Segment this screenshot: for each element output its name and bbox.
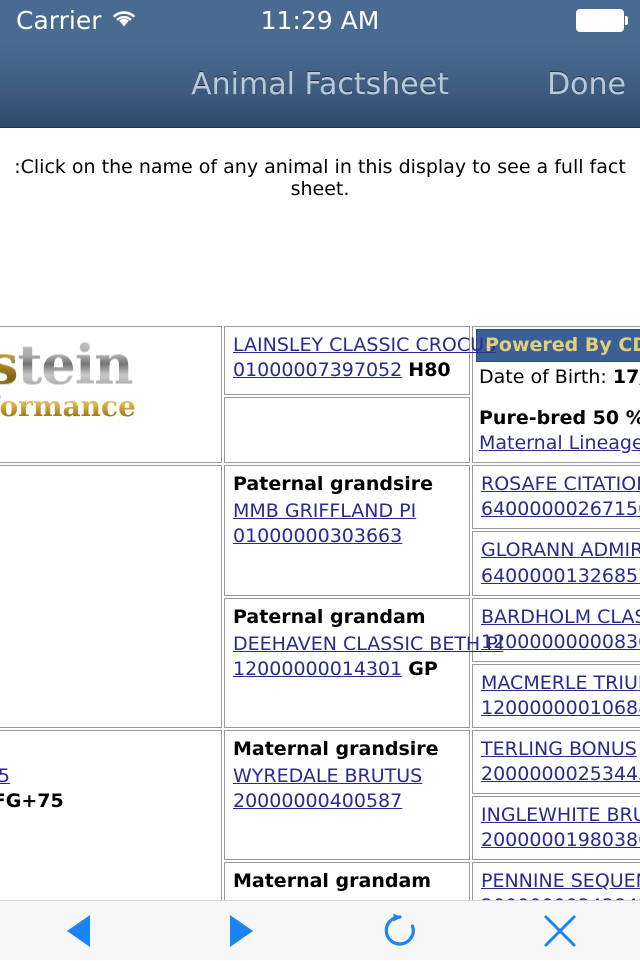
- subject-animal-id-link[interactable]: 01000007397052: [233, 359, 402, 381]
- back-button[interactable]: [0, 901, 160, 961]
- dob-value: 17/12/12: [613, 366, 640, 388]
- instruction-text: :Click on the name of any animal in this…: [0, 128, 640, 214]
- logo-tagline: for performance: [0, 393, 136, 421]
- paternal-grandam-cell[interactable]: Paternal grandam DEEHAVEN CLASSIC BETH P…: [224, 598, 470, 728]
- subject-spacer-cell: [224, 397, 470, 463]
- status-bar-clock: 11:29 AM: [0, 0, 640, 40]
- date-of-birth-row: Date of Birth: 17/12/12: [479, 365, 640, 390]
- great-grandparent-cell[interactable]: INGLEWHITE BRUSTER 20000001980386: [472, 796, 640, 860]
- ggp-id-link[interactable]: 20000000253445: [481, 763, 640, 785]
- ggp-name-link[interactable]: TERLING BONUS: [481, 737, 640, 762]
- ggp-id-link[interactable]: 64000000267150: [481, 498, 640, 520]
- sire-protein: Prot 1.52: [0, 625, 213, 650]
- sire-id-link[interactable]: 01000000431237: [0, 524, 213, 549]
- ggp-name-link[interactable]: BARDHOLM CLASSIC PI: [481, 605, 640, 630]
- ggp-id-link[interactable]: 12000000000830: [481, 631, 640, 653]
- forward-button[interactable]: [160, 901, 320, 961]
- logo-line1-suffix: tein: [17, 332, 132, 396]
- pedigree-table: Holstein for performance LAINSLEY CLASSI…: [0, 324, 640, 900]
- dam-grade: BFG+75: [0, 790, 64, 812]
- page-title: Animal Factsheet: [0, 40, 640, 128]
- maternal-grandam-cell[interactable]: Maternal grandam LAINSLEY CROCUS 7 20000…: [224, 862, 470, 900]
- cdi-header: Powered By CDI: [476, 329, 640, 362]
- subject-animal-name-link[interactable]: LAINSLEY CLASSIC CROCUS: [233, 333, 461, 358]
- great-grandparent-cell[interactable]: TERLING BONUS 20000000253445: [472, 730, 640, 794]
- sire-pli: PLI £93 Rlb% 87: [0, 550, 213, 575]
- maternal-grandsire-id-link[interactable]: 20000000400587: [233, 790, 402, 812]
- sire-milk: Milk 3.69 Rlb% 48: [0, 575, 213, 600]
- great-grandparent-cell[interactable]: PENNINE SEQUENCE 20000000343847: [472, 862, 640, 900]
- web-content[interactable]: :Click on the name of any animal in this…: [0, 128, 640, 900]
- table-row: Sire of animal TOP CLASSIC PI 0100000043…: [0, 465, 640, 529]
- ggp-id-link[interactable]: 64000001326857: [481, 565, 640, 587]
- sire-heading: Sire of animal: [0, 472, 213, 497]
- paternal-grandam-grade: GP: [408, 658, 438, 680]
- paternal-grandsire-name-link[interactable]: MMB GRIFFLAND PI: [233, 499, 461, 524]
- cdi-panel: Powered By CDI Date of Birth: 17/12/12 P…: [472, 326, 640, 463]
- paternal-grandam-id-link[interactable]: 12000000014301: [233, 658, 402, 680]
- dam-class: Class RM: [0, 814, 213, 839]
- holstein-logo: Holstein for performance: [0, 331, 136, 421]
- navigation-bar: Animal Factsheet Done: [0, 40, 640, 128]
- status-bar: Carrier 11:29 AM: [0, 0, 640, 40]
- close-x-icon: [539, 910, 581, 952]
- reload-icon: [379, 909, 421, 953]
- ggp-name-link[interactable]: MACMERLE TRIUNE BETH PI: [481, 671, 640, 696]
- dam-heading: Dam of animal: [0, 737, 213, 762]
- breed-purity: Pure-bred 50 %Hol: [479, 406, 640, 431]
- holstein-logo-cell: Holstein for performance: [0, 326, 222, 463]
- table-row: Holstein for performance LAINSLEY CLASSI…: [0, 326, 640, 395]
- browser-toolbar: [0, 900, 640, 960]
- subject-animal-grade: H80: [408, 359, 450, 381]
- great-grandparent-cell[interactable]: BARDHOLM CLASSIC PI 12000000000830 VG: [472, 598, 640, 662]
- ggp-name-link[interactable]: PENNINE SEQUENCE: [481, 869, 640, 894]
- dam-pli: PLI £56 Rlb% 36: [0, 839, 213, 864]
- pedigree-table-wrapper: Holstein for performance LAINSLEY CLASSI…: [0, 324, 640, 900]
- maternal-lineage-link[interactable]: Maternal Lineage: [479, 432, 640, 454]
- sire-cell[interactable]: Sire of animal TOP CLASSIC PI 0100000043…: [0, 465, 222, 728]
- great-grandparent-cell[interactable]: GLORANN ADMIRAL ECHO PI 64000001326857 V…: [472, 531, 640, 595]
- ggp-id-link[interactable]: 20000001980386: [481, 829, 640, 851]
- dob-label: Date of Birth:: [479, 366, 607, 388]
- done-button[interactable]: Done: [547, 40, 626, 128]
- paternal-grandsire-heading: Paternal grandsire: [233, 472, 461, 497]
- maternal-grandam-heading: Maternal grandam: [233, 869, 461, 894]
- back-triangle-icon: [62, 912, 98, 950]
- maternal-grandsire-name-link[interactable]: WYREDALE BRUTUS: [233, 764, 461, 789]
- ggp-name-link[interactable]: ROSAFE CITATION R PI: [481, 472, 640, 497]
- logo-line1-gold: ols: [0, 332, 17, 396]
- battery-full-icon: [576, 0, 628, 40]
- paternal-grandsire-id-link[interactable]: 01000000303663: [233, 525, 402, 547]
- paternal-grandam-name-link[interactable]: DEEHAVEN CLASSIC BETH PI: [233, 632, 461, 657]
- sire-name-link[interactable]: TOP CLASSIC PI: [0, 499, 213, 524]
- great-grandparent-cell[interactable]: MACMERLE TRIUNE BETH PI 12000000010688 G: [472, 664, 640, 728]
- sire-fat: Fat 1.68: [0, 600, 213, 625]
- ggp-name-link[interactable]: INGLEWHITE BRUSTER: [481, 803, 640, 828]
- table-row: Dam of animal LAINSLEY CROCUS 15 2000000…: [0, 730, 640, 794]
- dam-cell[interactable]: Dam of animal LAINSLEY CROCUS 15 2000000…: [0, 730, 222, 900]
- ggp-name-link[interactable]: GLORANN ADMIRAL ECHO PI: [481, 538, 640, 563]
- maternal-grandsire-cell[interactable]: Maternal grandsire WYREDALE BRUTUS 20000…: [224, 730, 470, 860]
- reload-button[interactable]: [320, 901, 480, 961]
- great-grandparent-cell[interactable]: ROSAFE CITATION R PI 64000000267150 EX: [472, 465, 640, 529]
- subject-animal-cell[interactable]: LAINSLEY CLASSIC CROCUS 01000007397052 H…: [224, 326, 470, 395]
- forward-triangle-icon: [222, 912, 258, 950]
- paternal-grandam-heading: Paternal grandam: [233, 605, 461, 630]
- dam-name-link[interactable]: LAINSLEY CROCUS 15: [0, 764, 213, 789]
- ggp-id-link[interactable]: 12000000010688: [481, 697, 640, 719]
- paternal-grandsire-cell[interactable]: Paternal grandsire MMB GRIFFLAND PI 0100…: [224, 465, 470, 595]
- close-button[interactable]: [480, 901, 640, 961]
- maternal-grandsire-heading: Maternal grandsire: [233, 737, 461, 762]
